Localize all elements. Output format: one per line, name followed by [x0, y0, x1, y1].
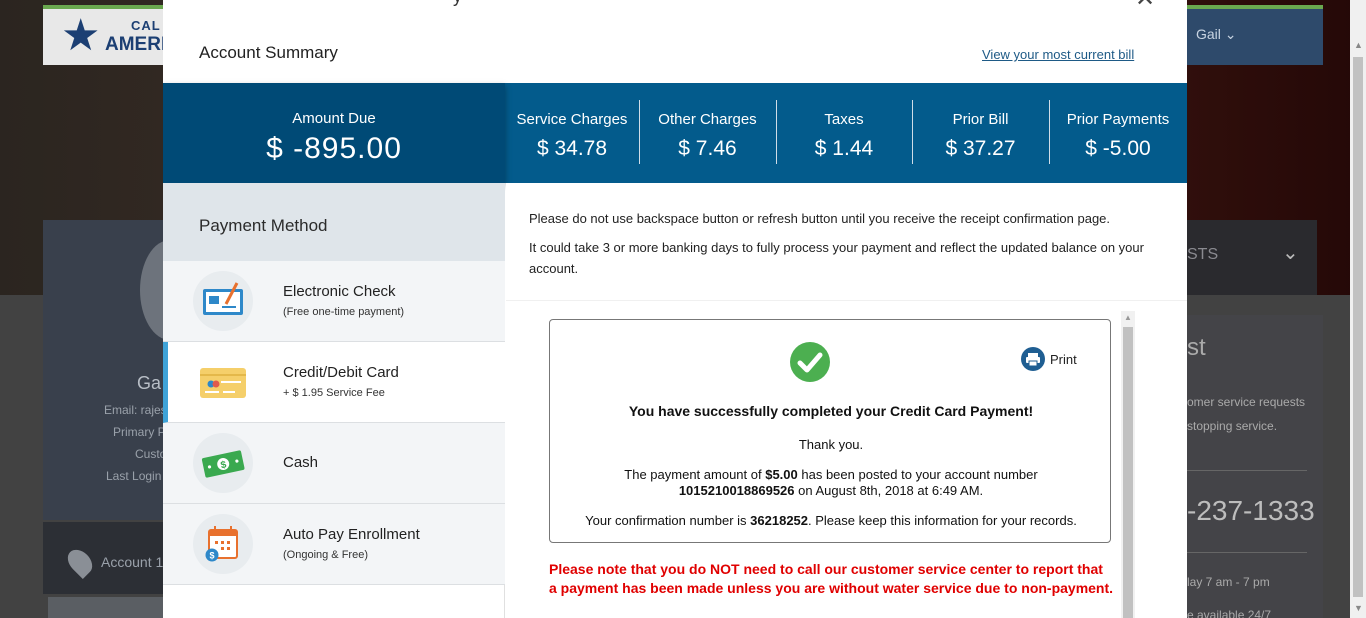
- profile-name: Ga: [137, 373, 162, 393]
- amount-due-box: Amount Due $ -895.00: [163, 83, 505, 183]
- logo-text-main: AMERI: [105, 34, 167, 55]
- payment-option-subtitle: (Free one-time payment): [283, 306, 405, 318]
- amount-due-value: $ -895.00: [266, 132, 402, 165]
- payment-amount: $5.00: [765, 467, 798, 482]
- charge-service: Service Charges $ 34.78: [505, 83, 639, 183]
- amount-due-label: Amount Due: [292, 110, 376, 127]
- account-number: 1015210018869526: [678, 483, 795, 498]
- profile-customer: Custo: [135, 447, 167, 461]
- availability: e available 24/7: [1187, 608, 1272, 618]
- requests-section-label: STS: [1187, 246, 1219, 263]
- scroll-up-icon[interactable]: ▲: [1124, 313, 1132, 322]
- payment-option-autopay[interactable]: $ Auto Pay Enrollment (Ongoing & Free): [163, 504, 505, 585]
- receipt-text: . Please keep this information for your …: [808, 513, 1077, 528]
- right-info-panel: [1187, 315, 1323, 618]
- view-bill-link[interactable]: View your most current bill: [982, 47, 1134, 62]
- chevron-down-icon: ⌄: [1224, 26, 1237, 42]
- phone-number: -237-1333: [1187, 495, 1315, 526]
- receipt-text: on August 8th, 2018 at 6:49 AM.: [794, 483, 984, 498]
- payment-option-title: Credit/Debit Card: [283, 364, 399, 381]
- payment-option-title: Cash: [283, 454, 319, 471]
- receipt-account-line: 1015210018869526 on August 8th, 2018 at …: [550, 483, 1112, 498]
- divider: [1187, 552, 1307, 553]
- receipt-headline: You have successfully completed your Cre…: [628, 403, 1034, 419]
- charge-value: $ 37.27: [945, 137, 1016, 160]
- payment-option-title: Auto Pay Enrollment: [283, 526, 420, 543]
- charge-label: Taxes: [824, 111, 864, 128]
- account-label: Account 1: [101, 554, 164, 570]
- notice-text-1: Please do not use backspace button or re…: [529, 211, 1111, 226]
- charge-other: Other Charges $ 7.46: [639, 83, 776, 183]
- success-check-icon: [790, 342, 830, 382]
- confirmation-number: 36218252: [750, 513, 809, 528]
- receipt-box: Print You have successfully completed yo…: [549, 319, 1111, 543]
- charge-label: Prior Bill: [952, 111, 1009, 128]
- charge-prior-payments: Prior Payments $ -5.00: [1049, 83, 1187, 183]
- charge-value: $ -5.00: [1085, 137, 1151, 160]
- right-panel-title: st: [1187, 334, 1206, 361]
- charge-value: $ 1.44: [814, 137, 874, 160]
- charge-label: Service Charges: [516, 111, 628, 128]
- payment-method-header: Payment Method: [163, 183, 505, 261]
- user-menu[interactable]: Gail ⌄: [1196, 26, 1237, 43]
- charge-label: Prior Payments: [1066, 111, 1170, 128]
- scroll-down-icon[interactable]: ▼: [1354, 603, 1363, 613]
- profile-email: Email: rajes: [104, 403, 167, 417]
- printer-icon: [1021, 347, 1045, 371]
- receipt-text: has been posted to your account number: [797, 467, 1038, 482]
- scroll-up-icon[interactable]: ▲: [1354, 40, 1363, 50]
- payment-modal: y ✕ Account Summary View your most curre…: [163, 0, 1187, 618]
- svg-text:$: $: [209, 551, 214, 561]
- print-button[interactable]: Print: [1021, 346, 1077, 372]
- warning-note: Please note that you do NOT need to call…: [549, 561, 1114, 596]
- chevron-down-icon[interactable]: ⌄: [1282, 240, 1299, 265]
- right-panel-text-1: omer service requests: [1187, 395, 1306, 409]
- cash-icon: $: [193, 433, 253, 493]
- print-label: Print: [1050, 351, 1077, 367]
- payment-option-echeck[interactable]: Electronic Check (Free one-time payment): [163, 261, 505, 342]
- receipt-text: The payment amount of: [624, 467, 766, 482]
- payment-option-card[interactable]: Credit/Debit Card + $ 1.95 Service Fee: [163, 342, 505, 423]
- receipt-text: Your confirmation number is: [585, 513, 751, 528]
- charge-value: $ 7.46: [678, 137, 737, 160]
- page-title: Account Summary: [199, 43, 338, 62]
- right-panel-text-2: stopping service.: [1187, 419, 1278, 433]
- payment-option-subtitle: + $ 1.95 Service Fee: [283, 387, 385, 399]
- check-icon: [193, 271, 253, 331]
- page-scrollbar[interactable]: ▲ ▼: [1350, 0, 1366, 618]
- close-icon[interactable]: ✕: [1135, 0, 1155, 13]
- user-name: Gail: [1196, 26, 1221, 42]
- payment-method-panel: Payment Method Electronic Check (Free on…: [163, 183, 505, 618]
- profile-last-login: Last Login: [106, 469, 162, 483]
- charge-value: $ 34.78: [536, 137, 608, 160]
- divider: [1187, 470, 1307, 471]
- receipt-scrollbar[interactable]: ▲: [1121, 311, 1135, 618]
- credit-card-icon: [193, 352, 253, 412]
- modal-title: y: [453, 0, 462, 7]
- payment-method-title: Payment Method: [199, 216, 328, 235]
- charge-label: Other Charges: [658, 111, 757, 128]
- receipt-area: Print You have successfully completed yo…: [506, 301, 1187, 618]
- receipt-amount-line: The payment amount of $5.00 has been pos…: [550, 467, 1112, 482]
- payment-notice: Please do not use backspace button or re…: [506, 183, 1187, 301]
- notice-text-2: It could take 3 or more banking days to …: [529, 240, 1144, 276]
- receipt-thanks: Thank you.: [798, 437, 864, 452]
- payment-option-subtitle: (Ongoing & Free): [283, 549, 368, 561]
- office-hours: lay 7 am - 7 pm: [1187, 575, 1270, 589]
- charge-prior-bill: Prior Bill $ 37.27: [912, 83, 1049, 183]
- scrollbar-thumb[interactable]: [1123, 327, 1133, 618]
- charge-taxes: Taxes $ 1.44: [776, 83, 912, 183]
- scrollbar-thumb[interactable]: [1353, 57, 1363, 597]
- calendar-icon: $: [193, 514, 253, 574]
- star-icon: ★: [61, 11, 101, 60]
- receipt-confirmation-line: Your confirmation number is 36218252. Pl…: [550, 513, 1112, 528]
- profile-primary: Primary P: [113, 425, 166, 439]
- payment-option-title: Electronic Check: [283, 283, 396, 300]
- logo-text-top: CAL: [131, 18, 161, 33]
- payment-option-cash[interactable]: $ Cash: [163, 423, 505, 504]
- account-address-row: [48, 597, 173, 618]
